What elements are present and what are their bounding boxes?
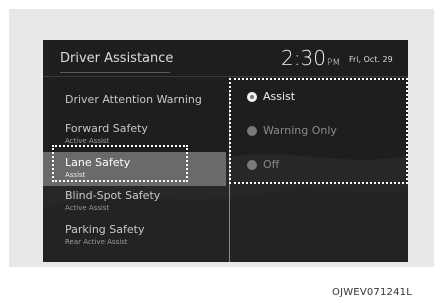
menu-item-label: Driver Attention Warning	[65, 93, 202, 106]
date-display: Fri, Oct. 29	[349, 55, 393, 64]
menu-item-label: Parking Safety	[65, 223, 145, 236]
clock-time: 2:30	[281, 46, 326, 70]
menu-item-sublabel: Rear Active Assist	[65, 238, 128, 246]
highlight-options	[229, 78, 408, 184]
title-underline	[60, 72, 170, 73]
menu-item-label: Blind-Spot Safety	[65, 189, 161, 202]
page-title: Driver Assistance	[60, 51, 174, 66]
screen-header: Driver Assistance 2:30PM Fri, Oct. 29	[43, 40, 408, 77]
menu-item-label: Forward Safety	[65, 122, 148, 135]
menu-item-driver-attention-warning[interactable]: Driver Attention Warning	[43, 88, 226, 122]
menu-item-sublabel: Active Assist	[65, 204, 110, 212]
clock: 2:30PM	[281, 46, 340, 70]
clock-ampm: PM	[326, 58, 341, 68]
figure-code: OJWEV071241L	[332, 287, 413, 298]
menu-item-parking-safety[interactable]: Parking Safety Rear Active Assist	[43, 220, 226, 254]
highlight-lane-safety	[52, 145, 188, 182]
menu-item-blind-spot-safety[interactable]: Blind-Spot Safety Active Assist	[43, 186, 226, 220]
menu-item-sublabel: Active Assist	[65, 137, 110, 145]
